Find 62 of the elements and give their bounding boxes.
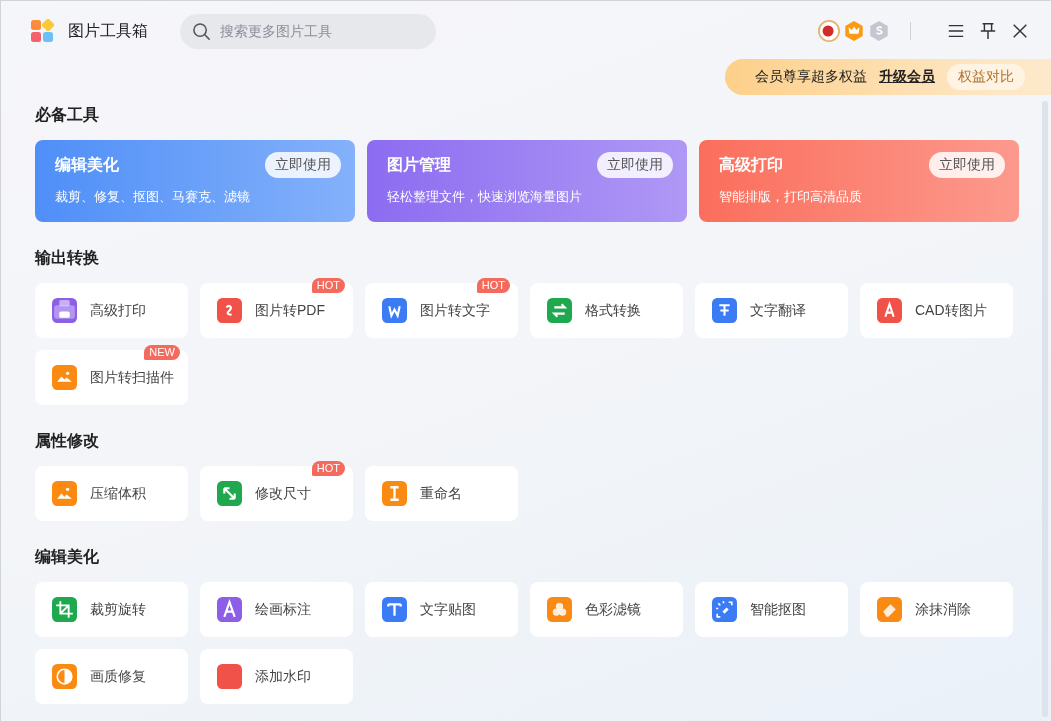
tool-label: 压缩体积 (90, 484, 146, 503)
feature-title: 图片管理 (387, 154, 451, 175)
feature-description: 裁剪、修复、抠图、马赛克、滤镜 (55, 188, 251, 206)
avatar-icon[interactable] (818, 20, 840, 42)
tag-label: HOT (476, 278, 510, 293)
tool-card[interactable]: 色彩滤镜 (530, 582, 683, 637)
tool-label: 色彩滤镜 (585, 600, 641, 619)
use-now-button[interactable]: 立即使用 (265, 152, 341, 178)
section-title: 输出转换 (35, 248, 100, 268)
tag-label: HOT (311, 278, 345, 293)
tool-label: 涂抹消除 (915, 600, 971, 619)
tool-label: 重命名 (420, 484, 462, 503)
feature-card[interactable]: 编辑美化 立即使用 裁剪、修复、抠图、马赛克、滤镜 (35, 140, 355, 222)
tool-card[interactable]: 格式转换 (530, 283, 683, 338)
tool-card[interactable]: 压缩体积 (35, 466, 188, 521)
tool-label: 画质修复 (90, 667, 146, 686)
app-title: 图片工具箱 (68, 20, 148, 41)
feature-title: 编辑美化 (55, 154, 119, 175)
tool-label: 图片转PDF (255, 301, 325, 320)
section-title: 编辑美化 (35, 547, 100, 567)
tool-label: 裁剪旋转 (90, 600, 146, 619)
tool-label: 图片转文字 (420, 301, 490, 320)
section-title: 属性修改 (35, 431, 100, 451)
use-now-button[interactable]: 立即使用 (597, 152, 673, 178)
tool-label: 高级打印 (90, 301, 146, 320)
menu-icon[interactable] (947, 22, 965, 40)
use-now-button[interactable]: 立即使用 (929, 152, 1005, 178)
close-icon[interactable] (1011, 22, 1029, 40)
tool-label: 图片转扫描件 (90, 368, 174, 387)
feature-title: 高级打印 (719, 154, 783, 175)
tool-card[interactable]: 画质修复 (35, 649, 188, 704)
tool-card[interactable]: 文字翻译 (695, 283, 848, 338)
tool-card[interactable]: CAD转图片 (860, 283, 1013, 338)
feature-description: 智能排版，打印高清品质 (719, 188, 863, 206)
tool-card[interactable]: 文字贴图 (365, 582, 518, 637)
tool-label: CAD转图片 (915, 301, 987, 320)
tool-label: 添加水印 (255, 667, 311, 686)
tool-card[interactable]: 重命名 (365, 466, 518, 521)
tool-card[interactable]: 绘画标注 (200, 582, 353, 637)
tool-card[interactable]: 涂抹消除 (860, 582, 1013, 637)
feature-card[interactable]: 高级打印 立即使用 智能排版，打印高清品质 (699, 140, 1019, 222)
tool-label: 文字翻译 (750, 301, 806, 320)
feature-card[interactable]: 图片管理 立即使用 轻松整理文件，快速浏览海量图片 (367, 140, 687, 222)
logo-icon (30, 19, 54, 43)
tag-label: NEW (144, 345, 180, 360)
tool-card[interactable]: 智能抠图 (695, 582, 848, 637)
pin-icon[interactable] (979, 22, 997, 40)
tool-card[interactable]: 裁剪旋转 (35, 582, 188, 637)
feature-description: 轻松整理文件，快速浏览海量图片 (387, 188, 583, 206)
tool-label: 智能抠图 (750, 600, 806, 619)
tag-label: HOT (311, 461, 345, 476)
tool-card[interactable]: 添加水印 (200, 649, 353, 704)
promo-text: 会员尊享超多权益 (755, 68, 867, 86)
tool-label: 文字贴图 (420, 600, 476, 619)
search-field[interactable]: 搜索更多图片工具 (180, 13, 436, 49)
tool-card[interactable]: 高级打印 (35, 283, 188, 338)
upgrade-link[interactable]: 升级会员 (879, 68, 935, 86)
section-title: 必备工具 (35, 105, 100, 125)
tool-label: 修改尺寸 (255, 484, 311, 503)
tool-label: 绘画标注 (255, 600, 311, 619)
tool-label: 格式转换 (585, 301, 641, 320)
compare-button[interactable]: 权益对比 (947, 64, 1025, 90)
